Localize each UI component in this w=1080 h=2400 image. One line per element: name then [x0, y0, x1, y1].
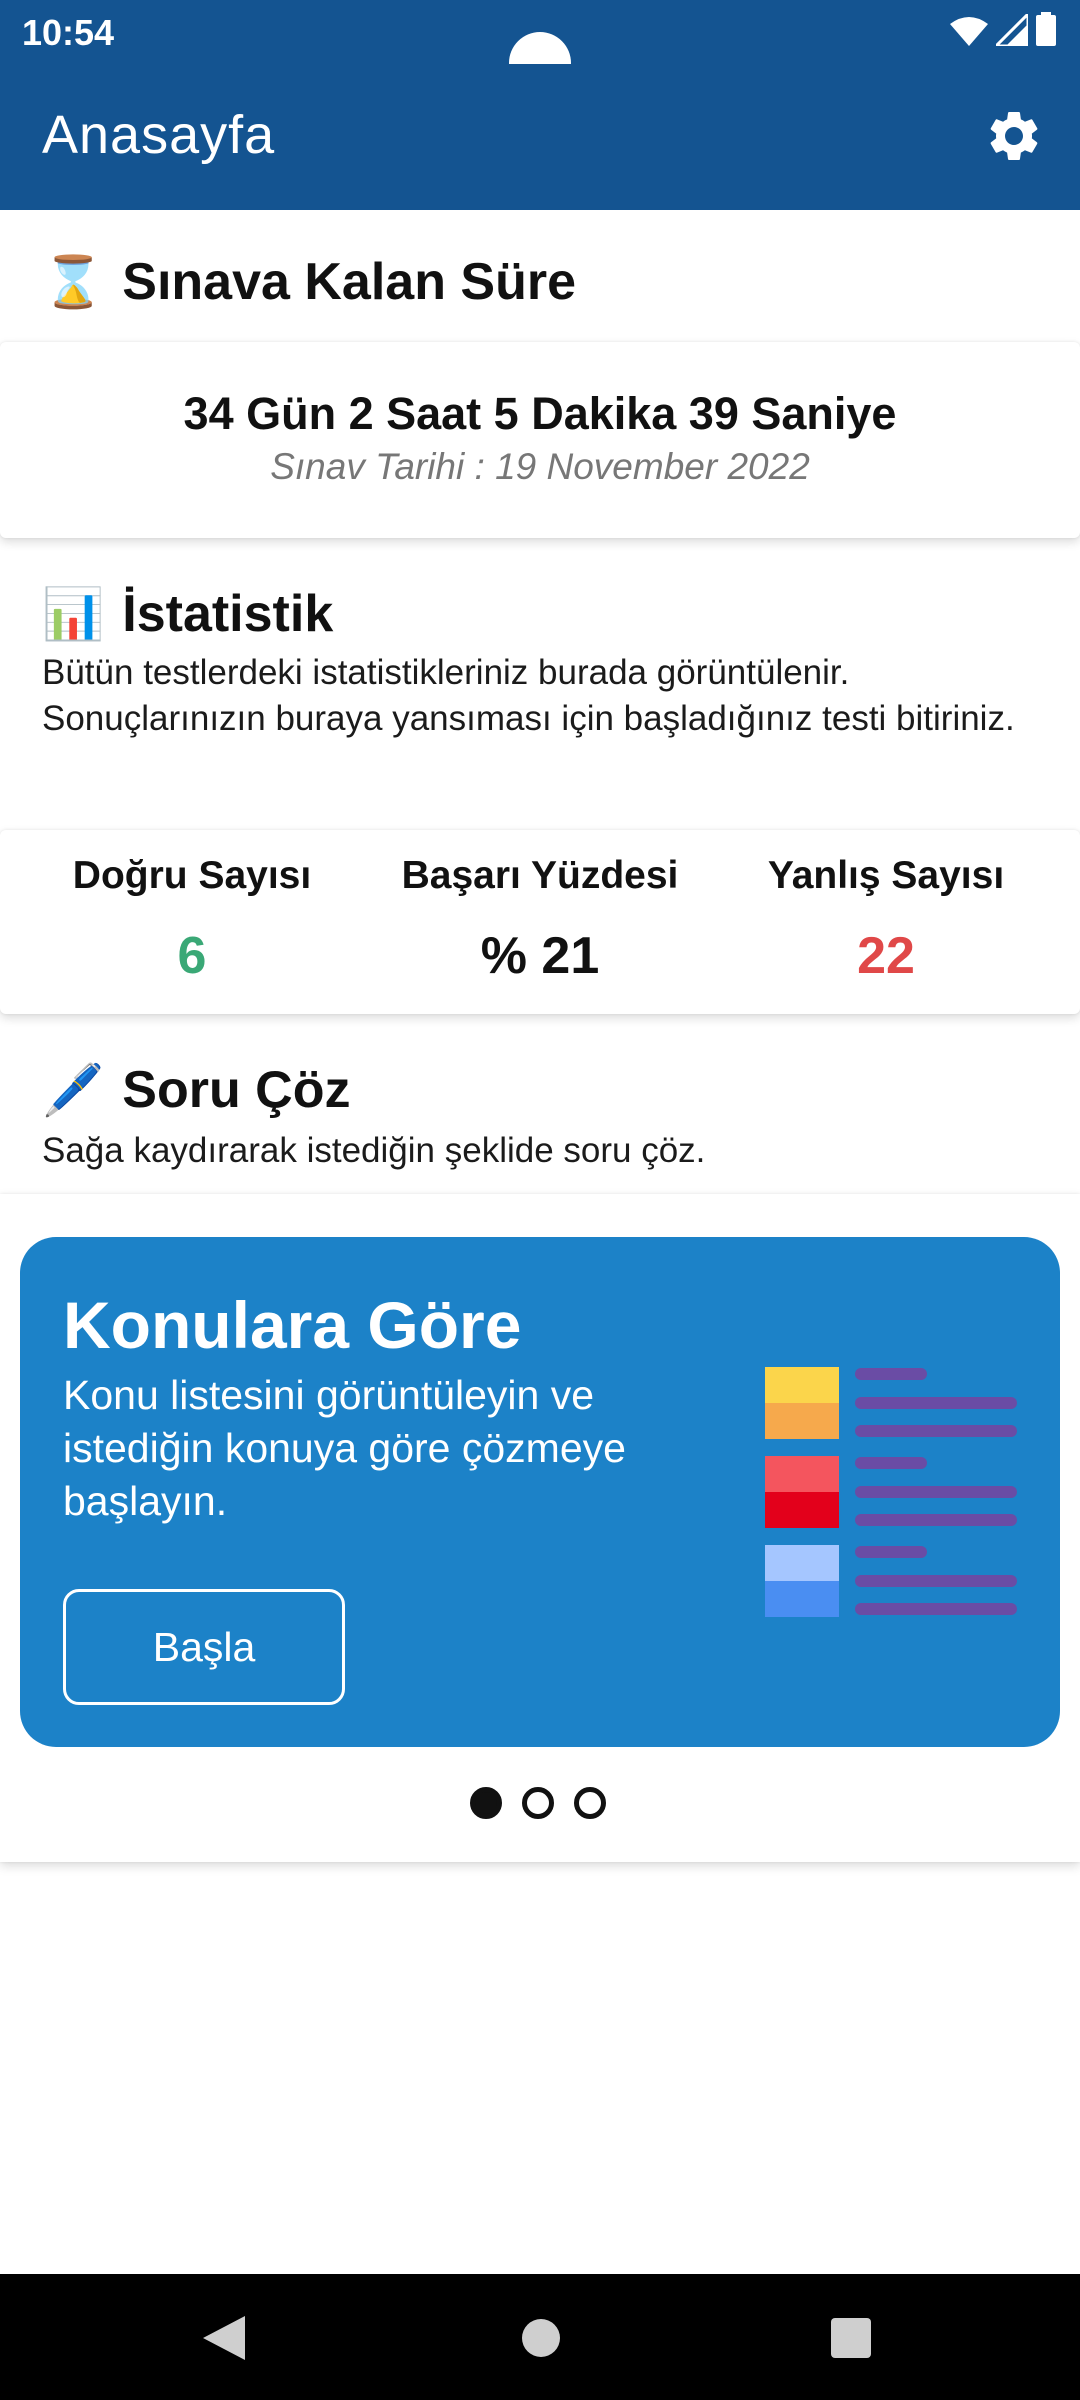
- wifi-icon: [950, 17, 988, 46]
- pen-icon: 🖊️: [42, 1061, 105, 1118]
- stats-description: Bütün testlerdeki istatistikleriniz bura…: [42, 653, 1015, 738]
- correct-count: Doğru Sayısı 6: [12, 854, 372, 986]
- correct-value: 6: [177, 927, 207, 985]
- solve-heading: 🖊️ Soru Çöz: [42, 1060, 350, 1120]
- page-title: Anasayfa: [42, 105, 276, 165]
- recents-icon[interactable]: [831, 2318, 871, 2358]
- status-time: 10:54: [22, 12, 115, 53]
- home-icon[interactable]: [521, 2318, 561, 2358]
- battery-icon: [1036, 12, 1056, 46]
- bar-chart-icon: 📊: [42, 585, 105, 642]
- page-dot-3[interactable]: [574, 1787, 606, 1819]
- slider-card-topics[interactable]: Konulara Göre Konu listesini görüntüleyi…: [20, 1237, 1060, 1747]
- gear-icon[interactable]: [984, 106, 1044, 166]
- countdown-card: 34 Gün 2 Saat 5 Dakika 39 Saniye Sınav T…: [0, 342, 1080, 538]
- wrong-count: Yanlış Sayısı 22: [706, 854, 1066, 986]
- status-bar: 10:54: [0, 0, 1080, 94]
- countdown-heading-label: Sınava Kalan Süre: [122, 253, 577, 311]
- back-icon[interactable]: [203, 2316, 245, 2360]
- success-percentage: Başarı Yüzdesi % 21: [360, 854, 720, 986]
- stats-card: Doğru Sayısı 6 Başarı Yüzdesi % 21 Yanlı…: [0, 830, 1080, 1014]
- stats-heading-label: İstatistik: [122, 585, 334, 643]
- signal-icon: [996, 14, 1028, 46]
- solve-heading-label: Soru Çöz: [122, 1061, 351, 1119]
- exam-date: Sınav Tarihi : 19 November 2022: [270, 446, 810, 487]
- countdown-heading: ⌛ Sınava Kalan Süre: [42, 252, 576, 312]
- countdown-text: 34 Gün 2 Saat 5 Dakika 39 Saniye: [183, 388, 897, 439]
- success-value: % 21: [480, 927, 600, 985]
- slider-title: Konulara Göre: [63, 1288, 522, 1362]
- system-nav-bar: [0, 2274, 1080, 2400]
- wrong-value: 22: [857, 927, 915, 985]
- list-illustration-icon: [765, 1367, 1017, 1617]
- page-dot-2[interactable]: [522, 1787, 554, 1819]
- slider-description: Konu listesini görüntüleyin ve istediğin…: [63, 1372, 626, 1524]
- solve-description: Sağa kaydırarak istediğin şeklide soru ç…: [42, 1131, 706, 1170]
- page-dot-1[interactable]: [470, 1787, 502, 1819]
- success-label: Başarı Yüzdesi: [401, 854, 679, 897]
- wrong-label: Yanlış Sayısı: [767, 854, 1005, 897]
- stats-heading: 📊 İstatistik: [42, 584, 333, 644]
- start-button[interactable]: Başla: [63, 1589, 345, 1705]
- page-indicator: [470, 1787, 606, 1819]
- status-icons: [950, 12, 1056, 46]
- hourglass-icon: ⌛: [42, 253, 105, 310]
- app-bar: Anasayfa: [0, 64, 1080, 210]
- correct-label: Doğru Sayısı: [72, 854, 312, 897]
